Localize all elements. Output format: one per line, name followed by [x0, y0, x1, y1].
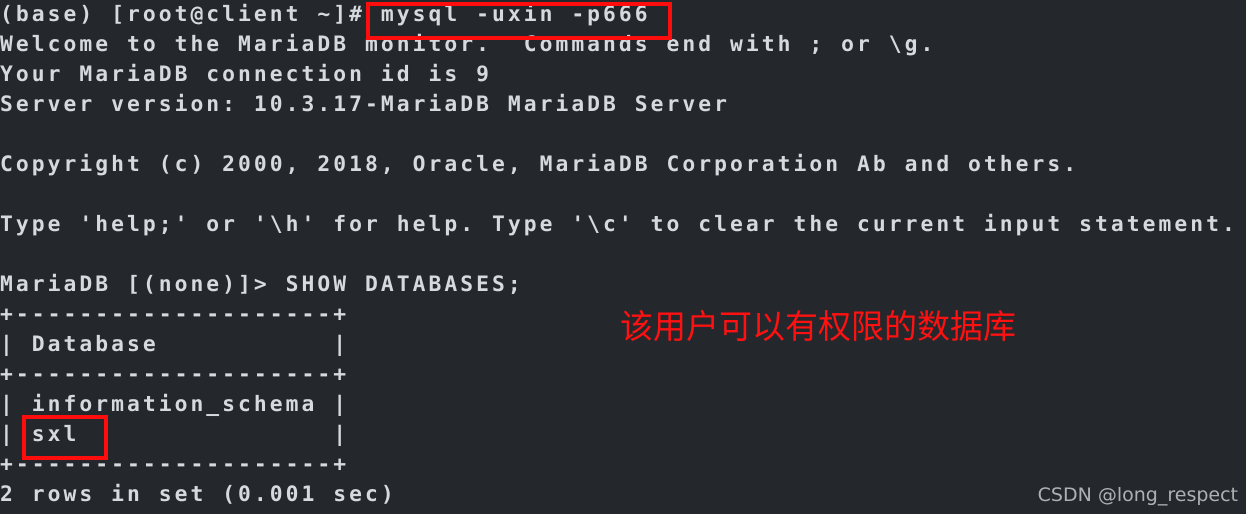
- terminal-line-prompt-command: (base) [root@client ~]# mysql -uxin -p66…: [0, 2, 651, 27]
- terminal-line-table-row-sxl: | sxl |: [0, 422, 350, 447]
- terminal-line-server-version: Server version: 10.3.17-MariaDB MariaDB …: [0, 92, 731, 117]
- terminal-screenshot: (base) [root@client ~]# mysql -uxin -p66…: [0, 0, 1246, 514]
- terminal-line-table-row-information-schema: | information_schema |: [0, 392, 350, 417]
- terminal-line-help-hint: Type 'help;' or '\h' for help. Type '\c'…: [0, 212, 1238, 237]
- terminal-line-blank-2: [0, 180, 1246, 210]
- terminal-output: (base) [root@client ~]# mysql -uxin -p66…: [0, 0, 1246, 510]
- terminal-line-copyright: Copyright (c) 2000, 2018, Oracle, MariaD…: [0, 152, 1080, 177]
- terminal-line-table-header-border: +--------------------+: [0, 362, 350, 387]
- csdn-watermark: CSDN @long_respect: [1037, 484, 1238, 506]
- terminal-line-welcome: Welcome to the MariaDB monitor. Commands…: [0, 32, 937, 57]
- annotation-note-text: 该用户可以有权限的数据库: [620, 307, 1016, 346]
- terminal-line-blank-1: [0, 120, 1246, 150]
- terminal-line-sql-prompt: MariaDB [(none)]> SHOW DATABASES;: [0, 272, 524, 297]
- terminal-line-table-bottom-border: +--------------------+: [0, 452, 350, 477]
- terminal-line-connection-id: Your MariaDB connection id is 9: [0, 62, 492, 87]
- terminal-line-blank-3: [0, 240, 1246, 270]
